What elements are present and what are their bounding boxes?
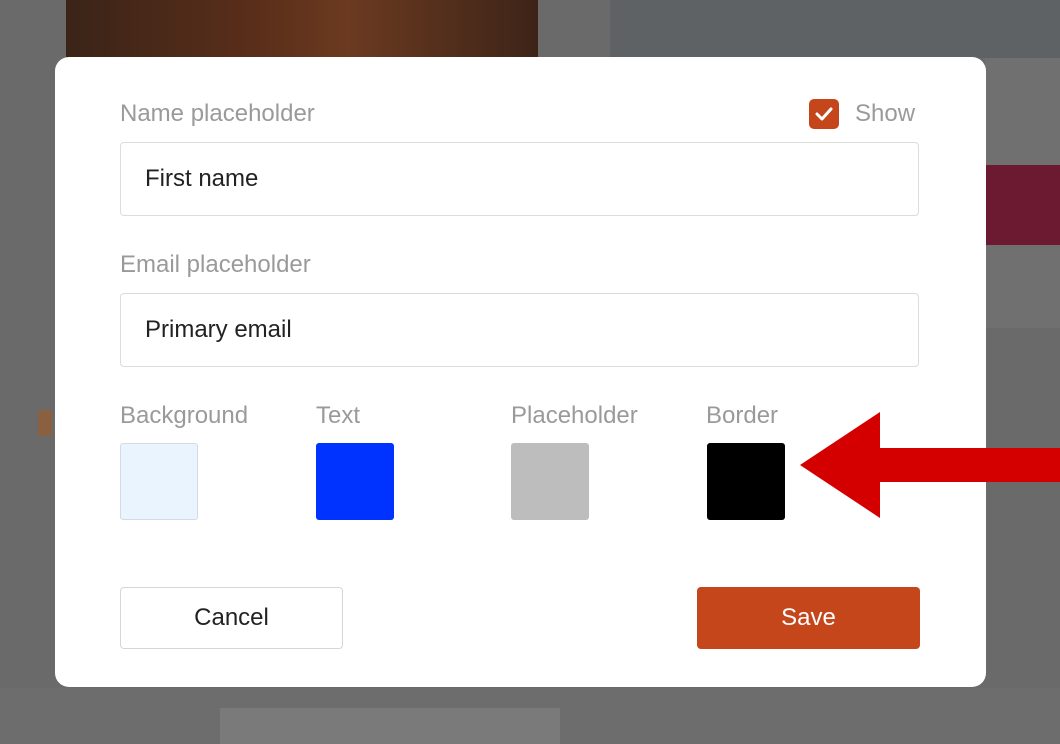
placeholder-color-swatch[interactable] <box>511 443 589 520</box>
show-checkbox[interactable] <box>809 99 839 129</box>
background-color-swatch[interactable] <box>120 443 198 520</box>
placeholder-color-label: Placeholder <box>511 402 638 429</box>
border-color-swatch[interactable] <box>707 443 785 520</box>
cancel-button[interactable]: Cancel <box>120 587 343 649</box>
background-image <box>66 0 538 58</box>
name-placeholder-input[interactable]: First name <box>120 142 919 216</box>
email-placeholder-input[interactable]: Primary email <box>120 293 919 367</box>
background-color-label: Background <box>120 402 249 429</box>
name-placeholder-label: Name placeholder <box>120 100 315 127</box>
background-topbar <box>610 0 1060 58</box>
email-placeholder-label: Email placeholder <box>120 251 311 278</box>
show-label: Show <box>855 100 916 127</box>
text-color-label: Text <box>316 402 361 429</box>
save-button[interactable]: Save <box>697 587 920 649</box>
checkmark-icon <box>815 107 833 121</box>
border-color-label: Border <box>706 402 779 429</box>
background-accent-block <box>985 165 1060 245</box>
red-arrow-left-icon <box>800 412 1060 518</box>
background-bottom-field <box>220 708 560 744</box>
background-left-marker <box>38 410 52 436</box>
text-color-swatch[interactable] <box>316 443 394 520</box>
show-toggle[interactable]: Show <box>809 99 915 129</box>
form-style-modal: Name placeholder Show First name Email p… <box>55 57 986 687</box>
